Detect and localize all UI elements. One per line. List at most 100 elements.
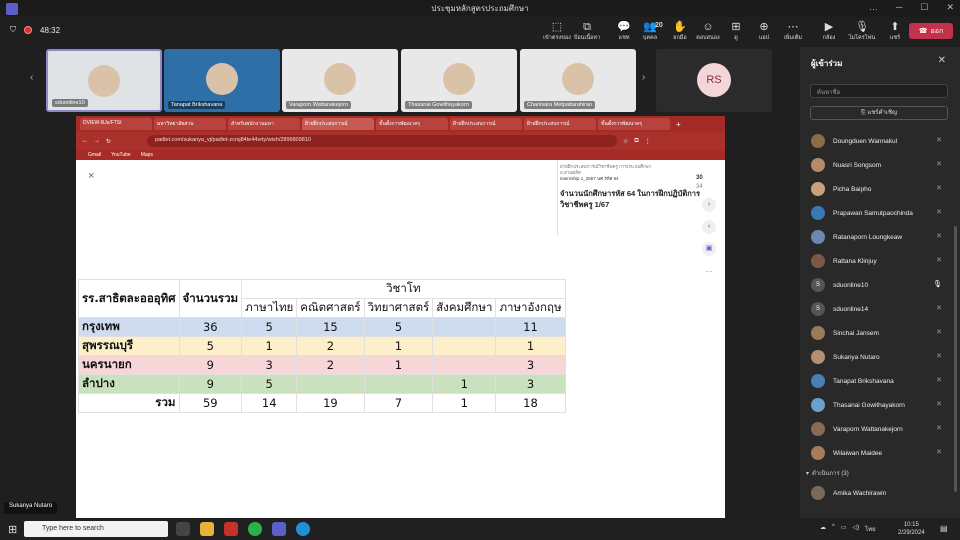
prev-post-icon[interactable]: ‹ [702,220,716,234]
mic-muted-icon[interactable]: ✕ [936,304,942,312]
volume-icon[interactable]: ◁) [853,524,860,534]
mic-muted-icon[interactable]: ✕ [936,208,942,216]
participant-row[interactable]: Tanapat Brikshavana ✕ [800,369,952,393]
task-view-icon[interactable] [176,522,190,536]
browser-tab[interactable]: ขั้นตั้งการพัฒนาครุ [376,118,448,130]
weather-icon[interactable]: ☁ [820,524,826,534]
mic-muted-icon[interactable]: ✕ [936,256,942,264]
teams-taskbar-icon[interactable] [272,522,286,536]
network-icon[interactable]: ▭ [841,524,847,534]
mic-muted-icon[interactable]: ✕ [936,328,942,336]
recording-icon [24,26,32,34]
bookmark-item[interactable]: YouTube [111,152,131,158]
mic-on-icon[interactable]: 🎙 [933,280,942,288]
windows-start-icon[interactable]: ⊞ [8,523,17,536]
share-invite-button[interactable]: ⎘ แชร์คำเชิญ [810,106,948,120]
province-cell: สุพรรณบุรี [78,336,180,356]
toolbar-button[interactable]: ⧉ ป้อนเนื้อหา [570,21,604,42]
browser-tab[interactable]: DVIEW-BJs/FTSt [80,118,152,130]
mic-muted-icon[interactable]: ✕ [936,424,942,432]
participant-row[interactable]: Varaporn Wattanakejorn ✕ [800,417,952,441]
back-icon[interactable]: ← [82,138,88,144]
window-title: ประชุมหลักสูตรประถมศึกษา [431,4,529,13]
language-indicator[interactable]: ไทย [865,524,876,534]
browser-tab[interactable]: ขั้นตั้งการพัฒนาครุ [598,118,670,130]
extensions-icon[interactable]: ⧉ [634,138,638,145]
reload-icon[interactable]: ↻ [106,138,111,145]
mic-muted-icon[interactable]: ✕ [936,160,942,168]
mic-muted-icon[interactable]: ✕ [936,184,942,192]
leave-button[interactable]: ☎ ออก [909,23,953,39]
attachment-icon[interactable]: ▣ [702,242,716,256]
minimize-icon[interactable]: ─ [896,2,902,13]
sum-total-cell: 59 [178,393,243,413]
file-explorer-icon[interactable] [200,522,214,536]
participant-row[interactable]: Wilaiwan Maidee ✕ [800,441,952,465]
participant-row[interactable]: Amika Wachirawin [800,481,952,505]
taskbar-search-input[interactable]: Type here to search [24,521,168,537]
mic-muted-icon[interactable]: ✕ [936,448,942,456]
bookmark-item[interactable]: Maps [141,152,153,158]
toolbar-button[interactable]: ⋯ เพิ่มเติม [776,21,810,42]
edge-icon[interactable] [296,522,310,536]
participant-row[interactable]: Prapawan Samutpaochinda ✕ [800,201,952,225]
browser-tab[interactable]: ฝ้ายฝึกประสบการณ์ [302,118,374,130]
participant-row[interactable]: Doungduen Wannakul ✕ [800,129,952,153]
browser-menu-icon[interactable]: ⋮ [645,138,651,145]
taskbar-clock[interactable]: 10:15 2/29/2024 [898,521,925,537]
participant-row[interactable]: Rattana Klinjuy ✕ [800,249,952,273]
forward-icon[interactable]: → [94,138,100,144]
tray-chevron-icon[interactable]: ^ [832,524,835,534]
video-tile[interactable]: Varaporn Wattanakejorn [282,49,398,112]
browser-tab[interactable]: สำหรับพนักงานมหา [228,118,300,130]
participant-row[interactable]: Ssduonline14 ✕ [800,297,952,321]
participant-row[interactable]: Thasanai Gowithayakorn ✕ [800,393,952,417]
toolbar-button[interactable]: 👥 20 บุคคล [633,21,667,42]
toolbar-button[interactable]: ⬚ เข้าตรงของ [540,21,574,42]
close-icon[interactable]: ✕ [946,2,954,13]
participant-row[interactable]: Ssduonline10 🎙 [800,273,952,297]
video-tile[interactable]: Thasanai Gowithayakorn [401,49,517,112]
mic-muted-icon[interactable]: ✕ [936,376,942,384]
notifications-icon[interactable]: ▤ [940,524,948,533]
participant-row[interactable]: Sinchai Jansem ✕ [800,321,952,345]
participant-row[interactable]: Sukanya Nutaro ✕ [800,345,952,369]
video-tile[interactable]: sduonline10 [46,49,162,112]
gallery-prev-icon[interactable]: ‹ [30,72,33,83]
toolbar-button[interactable]: 🎙 ไมโครโฟน [845,21,879,42]
participant-row[interactable]: Ratanaporn Loungkeaw ✕ [800,225,952,249]
toolbar-button[interactable]: ⬆ แชร์ [878,21,912,42]
mic-muted-icon[interactable]: ✕ [936,136,942,144]
browser-tab[interactable]: ฝ้ายฝึกประสบการณ์ [524,118,596,130]
browser-tab[interactable]: มหาวิทยาลัยสวน [154,118,226,130]
bookmark-star-icon[interactable]: ☆ [623,138,628,145]
mic-muted-icon[interactable]: ✕ [936,400,942,408]
video-tile[interactable]: Chanisara Metpattarahiran [520,49,636,112]
divider [557,160,558,236]
close-post-icon[interactable]: × [88,170,94,182]
count-cell: 1 [363,355,434,375]
video-tile[interactable]: RS [656,49,772,112]
mic-muted-icon[interactable]: ✕ [936,352,942,360]
sum-cell: 1 [432,393,497,413]
address-bar[interactable]: padlet.com/sukanya_vj/padlet-zcrsj84te44… [147,135,618,147]
participant-section[interactable]: ▾ ดำเนินการ (3) [800,465,952,481]
line-app-icon[interactable] [248,522,262,536]
panel-scrollbar[interactable] [954,226,957,492]
new-tab-icon[interactable]: + [676,120,681,129]
maximize-icon[interactable]: ☐ [920,2,928,13]
bookmark-item[interactable]: Gmail [88,152,101,158]
video-tile[interactable]: Tanapat Brikshavana [164,49,280,112]
close-panel-icon[interactable]: ✕ [938,55,946,66]
more-options-icon[interactable]: … [869,2,878,13]
participant-search-input[interactable]: ค้นหาชื่อ [810,84,948,98]
next-post-icon[interactable]: › [702,198,716,212]
acrobat-icon[interactable] [224,522,238,536]
toolbar-button[interactable]: ▶ กล้อง [812,21,846,42]
participant-row[interactable]: Picha Baipho ✕ [800,177,952,201]
post-more-icon[interactable]: … [702,264,716,278]
mic-muted-icon[interactable]: ✕ [936,232,942,240]
gallery-next-icon[interactable]: › [642,72,645,83]
browser-tab[interactable]: ฝ้ายฝึกประสบการณ์ [450,118,522,130]
participant-row[interactable]: Nuasri Songsom ✕ [800,153,952,177]
